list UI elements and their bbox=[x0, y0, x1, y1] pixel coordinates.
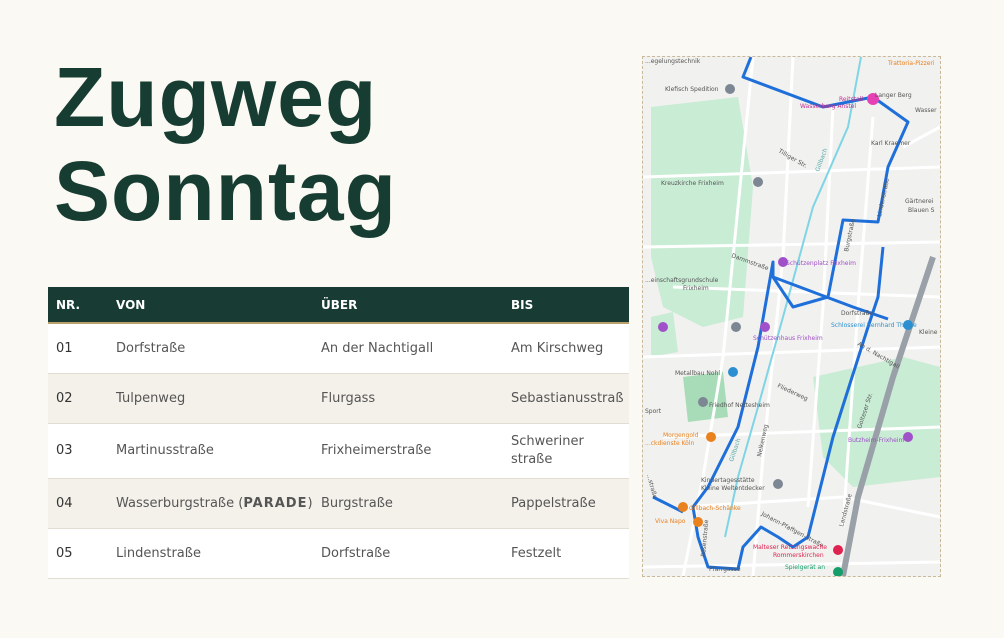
map-label: Morgengold bbox=[663, 432, 699, 439]
map-label: Friedhof Nettesheim bbox=[709, 402, 770, 409]
cell-ueber: An der Nachtigall bbox=[313, 323, 503, 374]
map-label: Gärtnerei bbox=[905, 198, 934, 205]
header-von: VON bbox=[108, 287, 313, 324]
map-label: Klefisch Spedition bbox=[665, 86, 719, 93]
poi-marker-icon[interactable] bbox=[773, 479, 783, 489]
map-canvas[interactable]: Trattoria-Pizzeri ...egelungstechnik Kle… bbox=[643, 57, 940, 576]
table-row: 05 Lindenstraße Dorfstraße Festzelt bbox=[48, 528, 629, 579]
map-label: Wasserburg Anstel bbox=[800, 103, 856, 110]
map-label: Langer Berg bbox=[875, 92, 912, 99]
poi-marker-icon[interactable] bbox=[833, 545, 843, 555]
cell-ueber: Dorfstraße bbox=[313, 528, 503, 579]
poi-marker-icon[interactable] bbox=[725, 84, 735, 94]
cell-nr: 03 bbox=[48, 423, 108, 479]
map-label: ...egelungstechnik bbox=[645, 58, 701, 65]
map-label: Butzheim-Frixheim bbox=[848, 437, 904, 444]
map-label: Viva Napo bbox=[655, 518, 686, 525]
cell-von: Dorfstraße bbox=[108, 323, 313, 374]
cell-von: Martinusstraße bbox=[108, 423, 313, 479]
cell-bis: Am Kirschweg bbox=[503, 323, 629, 374]
map-label: Kreuzkirche Frixheim bbox=[661, 180, 724, 187]
cell-nr: 05 bbox=[48, 528, 108, 579]
cell-ueber: Burgstraße bbox=[313, 478, 503, 529]
cell-von-text: Wasserburgstraße bbox=[116, 495, 235, 511]
route-table: NR. VON ÜBER BIS 01 Dorfstraße An der Na… bbox=[48, 287, 629, 579]
cell-ueber: Frixheimerstraße bbox=[313, 423, 503, 479]
map-label: Kleine bbox=[919, 329, 938, 336]
map-label: Schützenhaus Frixheim bbox=[753, 335, 823, 342]
poi-marker-icon[interactable] bbox=[706, 432, 716, 442]
table-row: 01 Dorfstraße An der Nachtigall Am Kirsc… bbox=[48, 323, 629, 374]
park-area bbox=[683, 372, 728, 422]
poi-marker-icon[interactable] bbox=[731, 322, 741, 332]
map-label: Spielgerät an bbox=[785, 564, 825, 571]
table-row: 04 Wasserburgstraße (PARADE) Burgstraße … bbox=[48, 478, 629, 529]
parade-label: PARADE bbox=[243, 495, 308, 511]
cell-bis: Sebastianusstraß bbox=[503, 373, 629, 424]
cell-ueber: Flurgass bbox=[313, 373, 503, 424]
poi-marker-icon[interactable] bbox=[903, 432, 913, 442]
map-label: Blauen S bbox=[908, 207, 935, 214]
cell-von: Tulpenweg bbox=[108, 373, 313, 424]
map-label: Malteser Rettungswache bbox=[753, 544, 827, 551]
cell-von: Wasserburgstraße (PARADE) bbox=[108, 478, 313, 529]
poi-marker-icon[interactable] bbox=[658, 322, 668, 332]
map-label: Rommerskirchen bbox=[773, 552, 824, 559]
poi-marker-icon[interactable] bbox=[728, 367, 738, 377]
header-ueber: ÜBER bbox=[313, 287, 503, 324]
cell-nr: 02 bbox=[48, 373, 108, 424]
header-bis: BIS bbox=[503, 287, 629, 324]
table-row: 03 Martinusstraße Frixheimerstraße Schwe… bbox=[48, 423, 629, 479]
cell-bis: Schweriner straße bbox=[503, 423, 629, 479]
map-label: Trattoria-Pizzeri bbox=[887, 60, 935, 67]
cell-bis: Festzelt bbox=[503, 528, 629, 579]
map-label: Sport bbox=[645, 408, 662, 415]
map-label: Frixheim bbox=[683, 285, 709, 292]
map-label: Kindertagesstätte bbox=[701, 477, 755, 484]
cell-bis: Pappelstraße bbox=[503, 478, 629, 529]
map-label: Gillbach-Schänke bbox=[689, 505, 741, 512]
cell-von: Lindenstraße bbox=[108, 528, 313, 579]
header-nr: NR. bbox=[48, 287, 108, 324]
cell-nr: 01 bbox=[48, 323, 108, 374]
map-label: Schlosserei Bernhard Theine bbox=[831, 322, 917, 329]
poi-marker-icon[interactable] bbox=[760, 322, 770, 332]
map-label: Metallbau Nohl bbox=[675, 370, 720, 377]
map-label: ...einschaftsgrundschule bbox=[645, 277, 719, 284]
map-label: Kleine Weltentdecker bbox=[701, 485, 765, 492]
poi-marker-icon[interactable] bbox=[753, 177, 763, 187]
map-label: Dorfstraße bbox=[841, 310, 873, 317]
title-line-1: Zugweg bbox=[54, 50, 378, 144]
table-header-row: NR. VON ÜBER BIS bbox=[48, 287, 629, 324]
map-label: Wasser bbox=[915, 107, 937, 114]
poi-marker-icon[interactable] bbox=[693, 517, 703, 527]
map-label: Reitstall bbox=[839, 96, 863, 103]
poi-marker-icon[interactable] bbox=[698, 397, 708, 407]
title-line-2: Sonntag bbox=[54, 144, 397, 238]
table-row: 02 Tulpenweg Flurgass Sebastianusstraß bbox=[48, 373, 629, 424]
poi-marker-icon[interactable] bbox=[678, 502, 688, 512]
map-label: Pfarrgasse bbox=[709, 566, 741, 573]
map-label: Schützenplatz Frixheim bbox=[786, 260, 856, 267]
cell-nr: 04 bbox=[48, 478, 108, 529]
map-label: ...ckdienste Köln bbox=[645, 440, 695, 447]
page-title: Zugweg Sonntag bbox=[54, 50, 397, 238]
route-map[interactable]: Trattoria-Pizzeri ...egelungstechnik Kle… bbox=[642, 56, 941, 577]
map-label: Karl Kraemer bbox=[871, 140, 911, 147]
